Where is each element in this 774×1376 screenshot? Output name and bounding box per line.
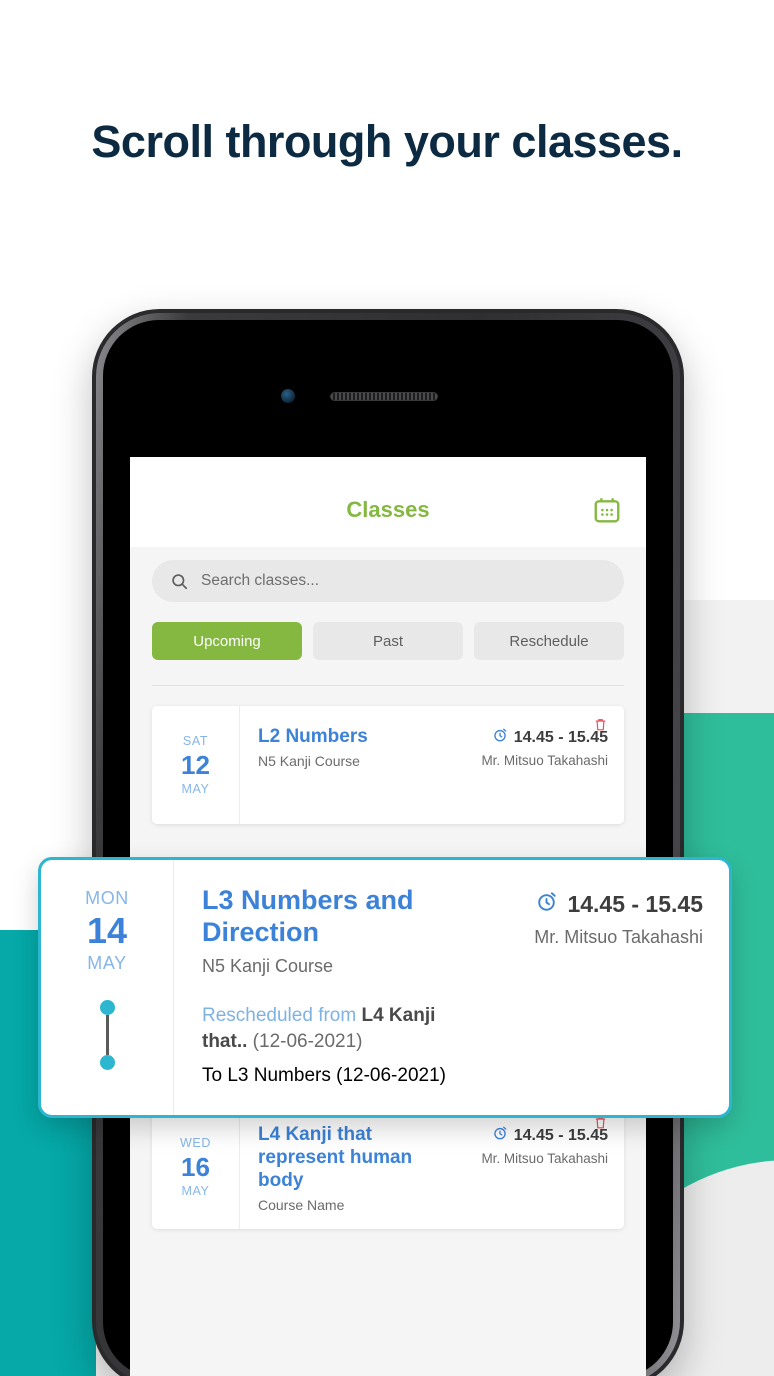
table-row[interactable]: WED 16 MAY L4 Kanji that represent human…	[152, 1104, 624, 1229]
highlighted-class-card[interactable]: MON 14 MAY L3 Numbers and Direction N5 K…	[38, 857, 732, 1118]
card-day-number: 12	[181, 750, 210, 780]
calendar-icon[interactable]	[592, 495, 622, 525]
card-main-info: L4 Kanji that represent human body Cours…	[258, 1123, 448, 1213]
search-input[interactable]: Search classes...	[152, 560, 624, 602]
teacher-name: Mr. Mitsuo Takahashi	[534, 927, 703, 947]
table-row[interactable]: SAT 12 MAY L2 Numbers N5 Kanji Course 14…	[152, 706, 624, 824]
promo-stage: Scroll through your classes. Classes Sea…	[0, 0, 774, 1376]
course-name: Course Name	[258, 1197, 345, 1213]
reschedule-connector	[99, 1000, 115, 1070]
course-name: N5 Kanji Course	[202, 956, 334, 976]
page-headline: Scroll through your classes.	[91, 116, 683, 167]
reschedule-to-date: (12-06-2021)	[330, 1065, 446, 1086]
teacher-name: Mr. Mitsuo Takahashi	[481, 1151, 608, 1166]
reschedule-from-date: (12-06-2021)	[247, 1031, 363, 1052]
card-date-column: WED 16 MAY	[152, 1104, 240, 1229]
card-month: MAY	[181, 1183, 210, 1198]
search-icon	[170, 572, 189, 591]
earpiece-speaker	[330, 392, 438, 401]
highlight-day-of-week: MON	[85, 888, 129, 908]
front-camera-icon	[281, 389, 295, 403]
class-title: L4 Kanji that represent human body	[258, 1124, 413, 1191]
tab-reschedule[interactable]: Reschedule	[474, 622, 624, 660]
card-month: MAY	[181, 782, 210, 796]
highlight-main-info: L3 Numbers and Direction N5 Kanji Course…	[202, 884, 473, 1089]
connector-dot-bottom	[99, 1055, 115, 1070]
search-placeholder: Search classes...	[201, 572, 320, 589]
class-title: L2 Numbers	[258, 726, 368, 747]
trash-icon[interactable]	[593, 716, 608, 738]
class-time: 14.45 - 15.45	[567, 891, 703, 917]
phone-mockup: Classes Search classes... Upcoming Past …	[92, 309, 684, 1376]
card-day-of-week: WED	[180, 1135, 211, 1150]
card-day-of-week: SAT	[182, 734, 209, 748]
highlight-meta-info: 14.45 - 15.45 Mr. Mitsuo Takahashi	[483, 884, 703, 1089]
card-main-info: L2 Numbers N5 Kanji Course	[258, 725, 448, 808]
class-title: L3 Numbers and Direction	[202, 885, 414, 947]
reschedule-to-line: To L3 Numbers (12-06-2021)	[202, 1063, 473, 1089]
app-header: Classes	[130, 457, 646, 547]
alarm-clock-icon	[535, 890, 558, 919]
card-day-number: 16	[181, 1151, 210, 1182]
alarm-clock-icon	[492, 727, 508, 748]
reschedule-from-line: Rescheduled from L4 Kanji that.. (12-06-…	[202, 1003, 473, 1055]
highlight-card-body: L3 Numbers and Direction N5 Kanji Course…	[174, 860, 729, 1115]
card-meta-info: 14.45 - 15.45 Mr. Mitsuo Takahashi	[456, 1123, 608, 1213]
reschedule-from-label: Rescheduled from	[202, 1005, 362, 1026]
class-time-row: 14.45 - 15.45	[483, 890, 703, 919]
connector-dot-top	[99, 1000, 115, 1015]
tab-upcoming[interactable]: Upcoming	[152, 622, 302, 660]
class-time-row: 14.45 - 15.45	[456, 727, 608, 748]
reschedule-to-label: To	[202, 1065, 228, 1086]
card-date-column: SAT 12 MAY	[152, 706, 240, 824]
highlight-day-number: 14	[86, 910, 128, 951]
page-title: Classes	[346, 497, 430, 522]
card-body: L4 Kanji that represent human body Cours…	[240, 1104, 624, 1229]
teacher-name: Mr. Mitsuo Takahashi	[481, 753, 608, 768]
tab-past[interactable]: Past	[313, 622, 463, 660]
filter-tabs: Upcoming Past Reschedule	[152, 622, 624, 660]
card-meta-info: 14.45 - 15.45 Mr. Mitsuo Takahashi	[456, 725, 608, 808]
highlight-date-column: MON 14 MAY	[41, 860, 174, 1115]
card-body: L2 Numbers N5 Kanji Course 14.45 - 15.45…	[240, 706, 624, 824]
highlight-month: MAY	[87, 953, 127, 973]
course-name: N5 Kanji Course	[258, 753, 360, 769]
alarm-clock-icon	[492, 1125, 508, 1146]
reschedule-to-value: L3 Numbers	[227, 1065, 331, 1086]
header-divider	[152, 685, 624, 686]
class-time-row: 14.45 - 15.45	[456, 1125, 608, 1146]
connector-stem	[105, 1015, 109, 1055]
